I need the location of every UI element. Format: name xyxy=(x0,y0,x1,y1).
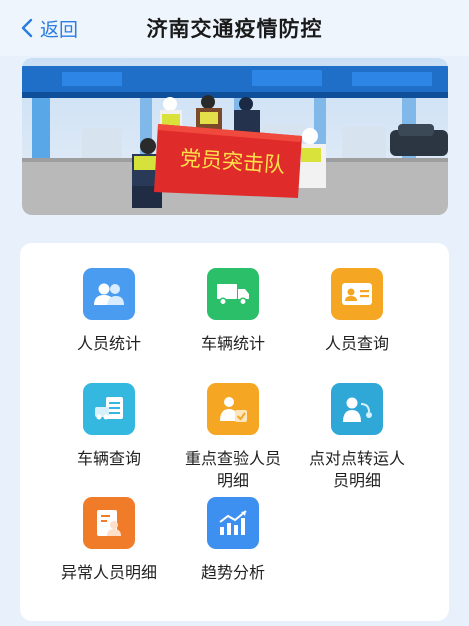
top-nav-bar: 返回 济南交通疫情防控 xyxy=(0,0,469,56)
back-button[interactable]: 返回 xyxy=(20,14,78,42)
id-card-icon xyxy=(331,268,383,320)
abnormal-person-icon xyxy=(83,497,135,549)
menu-item-vehicle-query[interactable]: 车辆查询 xyxy=(47,383,171,470)
vehicle-doc-icon xyxy=(83,383,135,435)
banner-photo: 党员突击队 xyxy=(22,58,448,215)
people-icon xyxy=(83,268,135,320)
truck-icon xyxy=(207,268,259,320)
menu-item-label: 重点查验人员明细 xyxy=(184,449,281,490)
menu-item-abnormal-people[interactable]: 异常人员明细 xyxy=(47,497,171,584)
menu-item-people-stats[interactable]: 人员统计 xyxy=(47,268,171,355)
menu-item-label: 车辆统计 xyxy=(200,334,265,353)
menu-item-label: 车辆查询 xyxy=(76,449,141,468)
menu-item-key-inspection[interactable]: 重点查验人员明细 xyxy=(171,383,295,492)
menu-item-label: 趋势分析 xyxy=(200,563,265,582)
menu-card: 人员统计 车辆统计 人员查询 车辆查询 重点查验人员明细 点对点转运人员明细 异… xyxy=(20,243,449,621)
menu-item-vehicle-stats[interactable]: 车辆统计 xyxy=(171,268,295,355)
person-route-icon xyxy=(331,383,383,435)
trend-chart-icon xyxy=(207,497,259,549)
back-label: 返回 xyxy=(40,18,79,41)
chevron-left-icon xyxy=(20,14,40,42)
menu-item-label: 异常人员明细 xyxy=(60,563,157,582)
page-title: 济南交通疫情防控 xyxy=(146,17,323,41)
menu-item-trend-analysis[interactable]: 趋势分析 xyxy=(171,497,295,584)
menu-item-label: 人员查询 xyxy=(324,334,389,353)
person-check-icon xyxy=(207,383,259,435)
menu-item-label: 人员统计 xyxy=(76,334,141,353)
menu-item-people-query[interactable]: 人员查询 xyxy=(295,268,419,355)
menu-item-p2p-transfer[interactable]: 点对点转运人员明细 xyxy=(295,383,419,492)
menu-item-label: 点对点转运人员明细 xyxy=(308,449,405,490)
